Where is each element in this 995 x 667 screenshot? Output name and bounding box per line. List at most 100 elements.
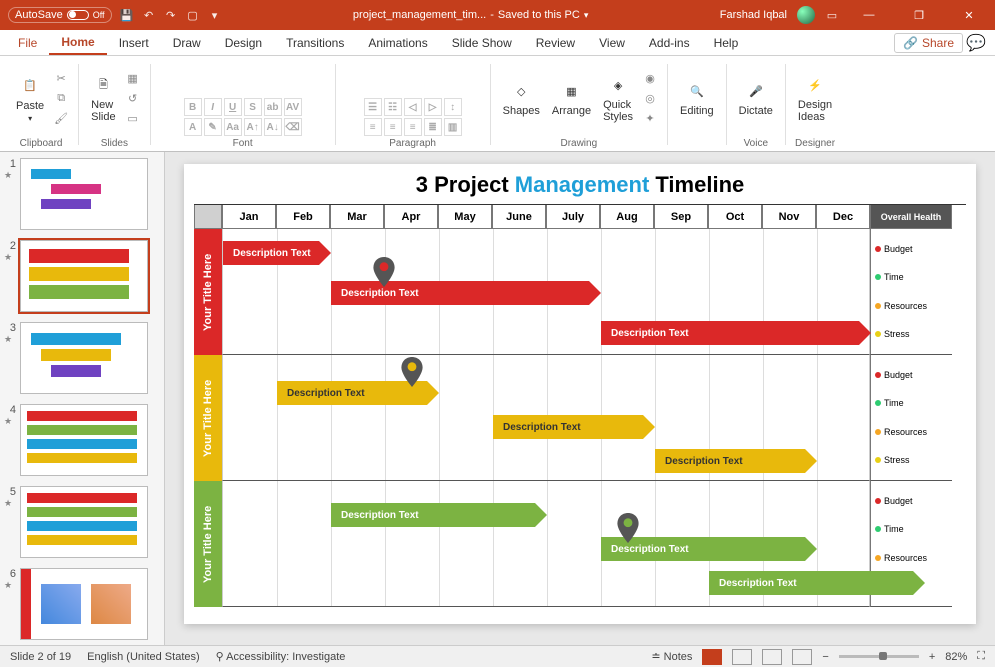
tab-review[interactable]: Review <box>524 32 587 54</box>
tab-animations[interactable]: Animations <box>356 32 439 54</box>
more-icon[interactable]: ▾ <box>208 8 222 22</box>
underline-button[interactable]: U <box>224 98 242 116</box>
timeline-grid[interactable]: JanFebMarAprMayJuneJulyAugSepOctNovDecOv… <box>194 204 966 607</box>
slide-thumbnail-panel[interactable]: 1★ 2★ 3★ 4★ 5★ 6★ 7★ <box>0 152 165 645</box>
zoom-in-button[interactable]: + <box>929 651 935 663</box>
language-status[interactable]: English (United States) <box>87 651 200 663</box>
avatar[interactable] <box>797 6 815 24</box>
zoom-level[interactable]: 82% <box>945 651 967 663</box>
clear-format-icon[interactable]: ⌫ <box>284 118 302 136</box>
gantt-bar[interactable]: Description Text <box>331 503 535 527</box>
design-ideas-button[interactable]: ⚡Design Ideas <box>794 71 836 125</box>
minimize-button[interactable]: — <box>849 0 889 30</box>
gantt-bar[interactable]: Description Text <box>709 571 913 595</box>
copy-icon[interactable]: ⧉ <box>52 89 70 107</box>
tab-file[interactable]: File <box>6 32 49 54</box>
slide-thumb-2[interactable] <box>20 240 148 312</box>
map-pin-icon[interactable] <box>373 257 395 287</box>
gantt-bar[interactable]: Description Text <box>655 449 805 473</box>
redo-icon[interactable]: ↷ <box>164 8 178 22</box>
share-button[interactable]: 🔗Share <box>894 33 963 53</box>
gantt-bar[interactable]: Description Text <box>331 281 589 305</box>
user-name[interactable]: Farshad Iqbal <box>720 9 787 21</box>
restore-button[interactable]: ❐ <box>899 0 939 30</box>
ribbon-mode-icon[interactable]: ▭ <box>825 8 839 22</box>
slideshow-view-icon[interactable] <box>792 649 812 665</box>
gantt-bar[interactable]: Description Text <box>601 321 859 345</box>
shapes-button[interactable]: ◇Shapes <box>499 77 544 119</box>
timeline-row[interactable]: Description TextDescription TextDescript… <box>222 481 870 607</box>
paste-button[interactable]: 📋 Paste▾ <box>12 72 48 125</box>
slide-thumb-1[interactable] <box>20 158 148 230</box>
tab-slideshow[interactable]: Slide Show <box>440 32 524 54</box>
columns-icon[interactable]: ▥ <box>444 118 462 136</box>
slide-thumb-6[interactable] <box>20 568 148 640</box>
indent-right-icon[interactable]: ▷ <box>424 98 442 116</box>
editing-button[interactable]: 🔍Editing <box>676 77 718 119</box>
shape-outline-icon[interactable]: ◎ <box>641 89 659 107</box>
slide-editor[interactable]: 3 Project Management Timeline JanFebMarA… <box>165 152 995 645</box>
zoom-out-button[interactable]: − <box>822 651 828 663</box>
dictate-button[interactable]: 🎤Dictate <box>735 77 777 119</box>
tab-draw[interactable]: Draw <box>161 32 213 54</box>
bold-button[interactable]: B <box>184 98 202 116</box>
shadow-button[interactable]: ab <box>264 98 282 116</box>
map-pin-icon[interactable] <box>401 357 423 387</box>
justify-icon[interactable]: ≣ <box>424 118 442 136</box>
slide-counter[interactable]: Slide 2 of 19 <box>10 651 71 663</box>
slide-thumb-5[interactable] <box>20 486 148 558</box>
format-painter-icon[interactable]: 🖌 <box>52 109 70 127</box>
quick-styles-button[interactable]: ◈Quick Styles <box>599 71 637 125</box>
reset-icon[interactable]: ↺ <box>124 89 142 107</box>
section-icon[interactable]: ▭ <box>124 109 142 127</box>
italic-button[interactable]: I <box>204 98 222 116</box>
indent-left-icon[interactable]: ◁ <box>404 98 422 116</box>
accessibility-status[interactable]: ⚲ Accessibility: Investigate <box>216 650 346 663</box>
grow-font-icon[interactable]: A↑ <box>244 118 262 136</box>
cut-icon[interactable]: ✂ <box>52 69 70 87</box>
font-color-icon[interactable]: A <box>184 118 202 136</box>
row-title[interactable]: Your Title Here <box>194 481 222 607</box>
align-right-icon[interactable]: ≡ <box>404 118 422 136</box>
normal-view-icon[interactable] <box>702 649 722 665</box>
slide-thumb-4[interactable] <box>20 404 148 476</box>
comments-button[interactable]: 💬 <box>963 33 989 53</box>
undo-icon[interactable]: ↶ <box>142 8 156 22</box>
align-center-icon[interactable]: ≡ <box>384 118 402 136</box>
slide-canvas[interactable]: 3 Project Management Timeline JanFebMarA… <box>184 164 976 624</box>
shrink-font-icon[interactable]: A↓ <box>264 118 282 136</box>
slide-thumb-3[interactable] <box>20 322 148 394</box>
tab-home[interactable]: Home <box>49 31 106 55</box>
close-button[interactable]: ✕ <box>949 0 989 30</box>
fit-window-icon[interactable]: ⛶ <box>977 650 985 663</box>
numbering-icon[interactable]: ☷ <box>384 98 402 116</box>
align-left-icon[interactable]: ≡ <box>364 118 382 136</box>
save-icon[interactable]: 💾 <box>120 8 134 22</box>
slideshow-icon[interactable]: ▢ <box>186 8 200 22</box>
new-slide-button[interactable]: 🗎 New Slide <box>87 71 119 125</box>
strike-button[interactable]: S <box>244 98 262 116</box>
zoom-slider[interactable] <box>839 655 919 658</box>
gantt-bar[interactable]: Description Text <box>493 415 643 439</box>
tab-design[interactable]: Design <box>213 32 274 54</box>
line-spacing-icon[interactable]: ↕ <box>444 98 462 116</box>
arrange-button[interactable]: ▦Arrange <box>548 77 595 119</box>
bullets-icon[interactable]: ☰ <box>364 98 382 116</box>
highlight-icon[interactable]: ✎ <box>204 118 222 136</box>
reading-view-icon[interactable] <box>762 649 782 665</box>
map-pin-icon[interactable] <box>617 513 639 543</box>
gantt-bar[interactable]: Description Text <box>223 241 319 265</box>
timeline-row[interactable]: Description Text Description Text Descript… <box>222 229 870 355</box>
row-title[interactable]: Your Title Here <box>194 355 222 481</box>
row-title[interactable]: Your Title Here <box>194 229 222 355</box>
shape-fill-icon[interactable]: ◉ <box>641 69 659 87</box>
shape-effects-icon[interactable]: ✦ <box>641 109 659 127</box>
tab-help[interactable]: Help <box>702 32 751 54</box>
tab-view[interactable]: View <box>587 32 637 54</box>
sorter-view-icon[interactable] <box>732 649 752 665</box>
tab-transitions[interactable]: Transitions <box>274 32 356 54</box>
timeline-row[interactable]: Description TextDescription TextDescript… <box>222 355 870 481</box>
tab-insert[interactable]: Insert <box>107 32 161 54</box>
change-case-icon[interactable]: Aa <box>224 118 242 136</box>
layout-icon[interactable]: ▦ <box>124 69 142 87</box>
